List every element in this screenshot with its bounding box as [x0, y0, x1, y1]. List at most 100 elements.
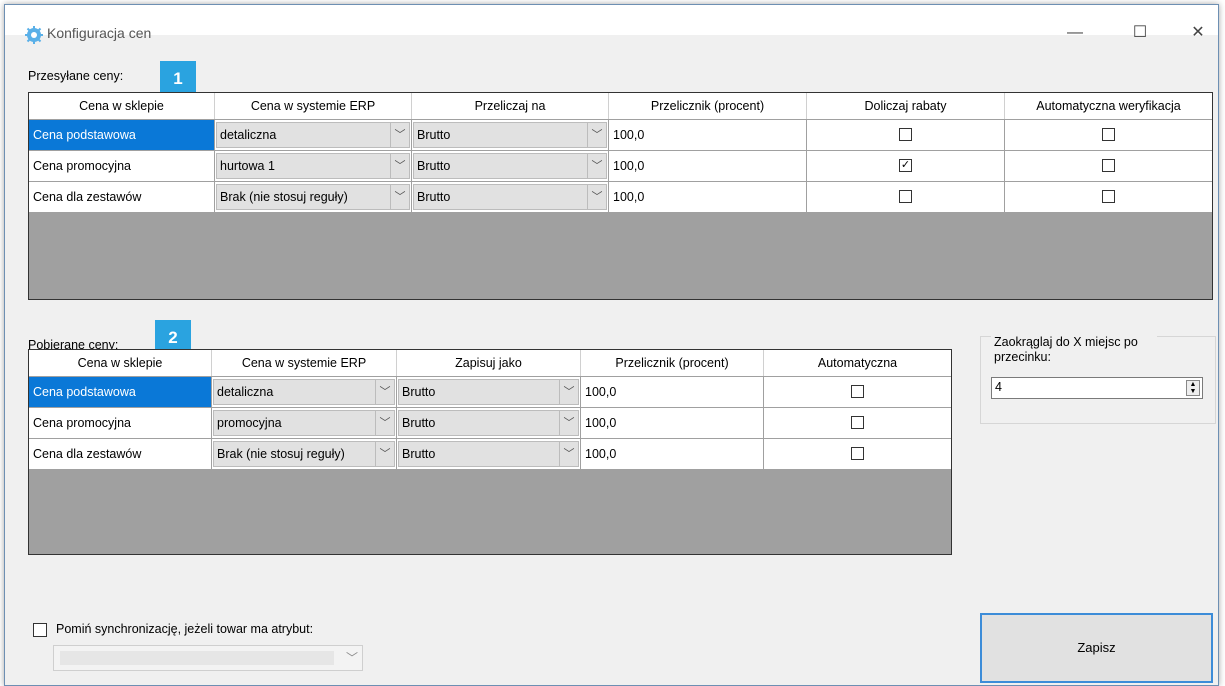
erp-price-select-value: hurtowa 1: [220, 159, 275, 173]
automatic-checkbox-cell: [764, 408, 951, 438]
erp-price-select-cell: detaliczna ﹀: [212, 377, 397, 407]
grid-header: Cena w sklepie Cena w systemie ERP Zapis…: [29, 350, 951, 377]
column-header[interactable]: Cena w systemie ERP: [215, 93, 412, 119]
rounding-label: Zaokrąglaj do X miejsc po przecinku:: [991, 335, 1157, 365]
chevron-down-icon[interactable]: ﹀: [587, 123, 606, 147]
rounding-numeric-input[interactable]: 4 ▲ ▼: [991, 377, 1203, 399]
save-button[interactable]: Zapisz: [980, 613, 1213, 683]
column-header[interactable]: Zapisuj jako: [397, 350, 581, 376]
shop-price-cell[interactable]: Cena promocyjna: [29, 151, 215, 181]
automatic-checkbox-cell: [764, 439, 951, 469]
save-as-select[interactable]: Brutto ﹀: [398, 379, 579, 405]
shop-price-cell[interactable]: Cena podstawowa: [29, 377, 212, 407]
table-row[interactable]: Cena promocyjna promocyjna ﹀ Brutto ﹀ 100,0: [29, 408, 951, 439]
add-discounts-checkbox[interactable]: [899, 128, 912, 141]
save-as-select-cell: Brutto ﹀: [397, 439, 581, 469]
factor-cell[interactable]: 100,0: [609, 151, 807, 181]
sent-prices-grid[interactable]: Cena w sklepie Cena w systemie ERP Przel…: [28, 92, 1213, 300]
erp-price-select[interactable]: Brak (nie stosuj reguły) ﹀: [216, 184, 410, 210]
chevron-down-icon[interactable]: ﹀: [375, 411, 394, 435]
convert-to-select-cell: Brutto ﹀: [412, 120, 609, 150]
chevron-down-icon[interactable]: ﹀: [375, 442, 394, 466]
convert-to-select-cell: Brutto ﹀: [412, 151, 609, 181]
column-header[interactable]: Cena w systemie ERP: [212, 350, 397, 376]
factor-cell[interactable]: 100,0: [581, 439, 764, 469]
factor-cell[interactable]: 100,0: [609, 120, 807, 150]
auto-verify-checkbox-cell: [1005, 182, 1212, 212]
save-as-select-value: Brutto: [402, 447, 436, 461]
shop-price-cell[interactable]: Cena dla zestawów: [29, 439, 212, 469]
column-header[interactable]: Automatyczna weryfikacja: [1005, 93, 1212, 119]
column-header[interactable]: Doliczaj rabaty: [807, 93, 1005, 119]
maximize-button[interactable]: ☐: [1117, 19, 1163, 47]
chevron-down-icon[interactable]: ﹀: [559, 442, 578, 466]
erp-price-select-value: detaliczna: [217, 385, 274, 399]
chevron-down-icon[interactable]: ﹀: [559, 380, 578, 404]
column-header[interactable]: Cena w sklepie: [29, 93, 215, 119]
shop-price-cell[interactable]: Cena podstawowa: [29, 120, 215, 150]
chevron-down-icon[interactable]: ﹀: [390, 123, 409, 147]
gear-app-icon: [25, 26, 43, 44]
auto-verify-checkbox[interactable]: [1101, 128, 1115, 141]
chevron-down-icon[interactable]: ﹀: [559, 411, 578, 435]
rounding-value[interactable]: 4: [995, 380, 1002, 394]
skip-sync-checkbox[interactable]: [33, 623, 47, 637]
erp-price-select-value: Brak (nie stosuj reguły): [217, 447, 345, 461]
convert-to-select-value: Brutto: [417, 159, 451, 173]
convert-to-select-value: Brutto: [417, 128, 451, 142]
column-header[interactable]: Cena w sklepie: [29, 350, 212, 376]
add-discounts-checkbox-cell: ✓: [807, 151, 1005, 181]
factor-cell[interactable]: 100,0: [609, 182, 807, 212]
convert-to-select[interactable]: Brutto ﹀: [413, 122, 607, 148]
table-row[interactable]: Cena dla zestawów Brak (nie stosuj reguły…: [29, 182, 1212, 213]
chevron-down-icon[interactable]: ﹀: [390, 154, 409, 178]
convert-to-select[interactable]: Brutto ﹀: [413, 153, 607, 179]
shop-price-cell[interactable]: Cena promocyjna: [29, 408, 212, 438]
table-row[interactable]: Cena podstawowa detaliczna ﹀ Brutto ﹀ 100,0: [29, 120, 1212, 151]
grid-header: Cena w sklepie Cena w systemie ERP Przel…: [29, 93, 1212, 120]
chevron-down-icon[interactable]: ﹀: [390, 185, 409, 209]
convert-to-select[interactable]: Brutto ﹀: [413, 184, 607, 210]
auto-verify-checkbox[interactable]: [1101, 159, 1115, 172]
spin-arrows-icon[interactable]: ▲ ▼: [1186, 380, 1200, 396]
erp-price-select[interactable]: hurtowa 1 ﹀: [216, 153, 410, 179]
automatic-checkbox-cell: [764, 377, 951, 407]
erp-price-select-value: Brak (nie stosuj reguły): [220, 190, 348, 204]
automatic-checkbox[interactable]: [850, 416, 864, 429]
add-discounts-checkbox-cell: [807, 120, 1005, 150]
column-header[interactable]: Automatyczna: [764, 350, 951, 376]
erp-price-select[interactable]: detaliczna ﹀: [213, 379, 395, 405]
table-row[interactable]: Cena promocyjna hurtowa 1 ﹀ Brutto ﹀ 100,0 ✓: [29, 151, 1212, 182]
factor-cell[interactable]: 100,0: [581, 408, 764, 438]
attribute-select[interactable]: ﹀: [53, 645, 363, 671]
erp-price-select[interactable]: promocyjna ﹀: [213, 410, 395, 436]
column-header[interactable]: Przeliczaj na: [412, 93, 609, 119]
chevron-down-icon[interactable]: ﹀: [346, 649, 358, 666]
chevron-down-icon[interactable]: ﹀: [587, 185, 606, 209]
price-config-window: Konfiguracja cen — ☐ ✕ Przesyłane ceny: …: [4, 4, 1219, 686]
add-discounts-checkbox[interactable]: ✓: [899, 159, 912, 172]
add-discounts-checkbox[interactable]: [899, 190, 912, 203]
fetched-prices-grid[interactable]: Cena w sklepie Cena w systemie ERP Zapis…: [28, 349, 952, 555]
automatic-checkbox[interactable]: [850, 447, 864, 460]
add-discounts-checkbox-cell: [807, 182, 1005, 212]
table-row[interactable]: Cena dla zestawów Brak (nie stosuj reguły…: [29, 439, 951, 470]
close-button[interactable]: ✕: [1175, 19, 1218, 47]
chevron-down-icon[interactable]: ﹀: [375, 380, 394, 404]
erp-price-select-value: detaliczna: [220, 128, 277, 142]
factor-cell[interactable]: 100,0: [581, 377, 764, 407]
save-as-select[interactable]: Brutto ﹀: [398, 410, 579, 436]
minimize-button[interactable]: —: [1052, 19, 1098, 47]
column-header[interactable]: Przelicznik (procent): [581, 350, 764, 376]
auto-verify-checkbox[interactable]: [1101, 190, 1115, 203]
automatic-checkbox[interactable]: [850, 385, 864, 398]
shop-price-cell[interactable]: Cena dla zestawów: [29, 182, 215, 212]
column-header[interactable]: Przelicznik (procent): [609, 93, 807, 119]
erp-price-select[interactable]: detaliczna ﹀: [216, 122, 410, 148]
erp-price-select-cell: promocyjna ﹀: [212, 408, 397, 438]
erp-price-select[interactable]: Brak (nie stosuj reguły) ﹀: [213, 441, 395, 467]
auto-verify-checkbox-cell: [1005, 120, 1212, 150]
chevron-down-icon[interactable]: ﹀: [587, 154, 606, 178]
save-as-select[interactable]: Brutto ﹀: [398, 441, 579, 467]
table-row[interactable]: Cena podstawowa detaliczna ﹀ Brutto ﹀ 100,0: [29, 377, 951, 408]
